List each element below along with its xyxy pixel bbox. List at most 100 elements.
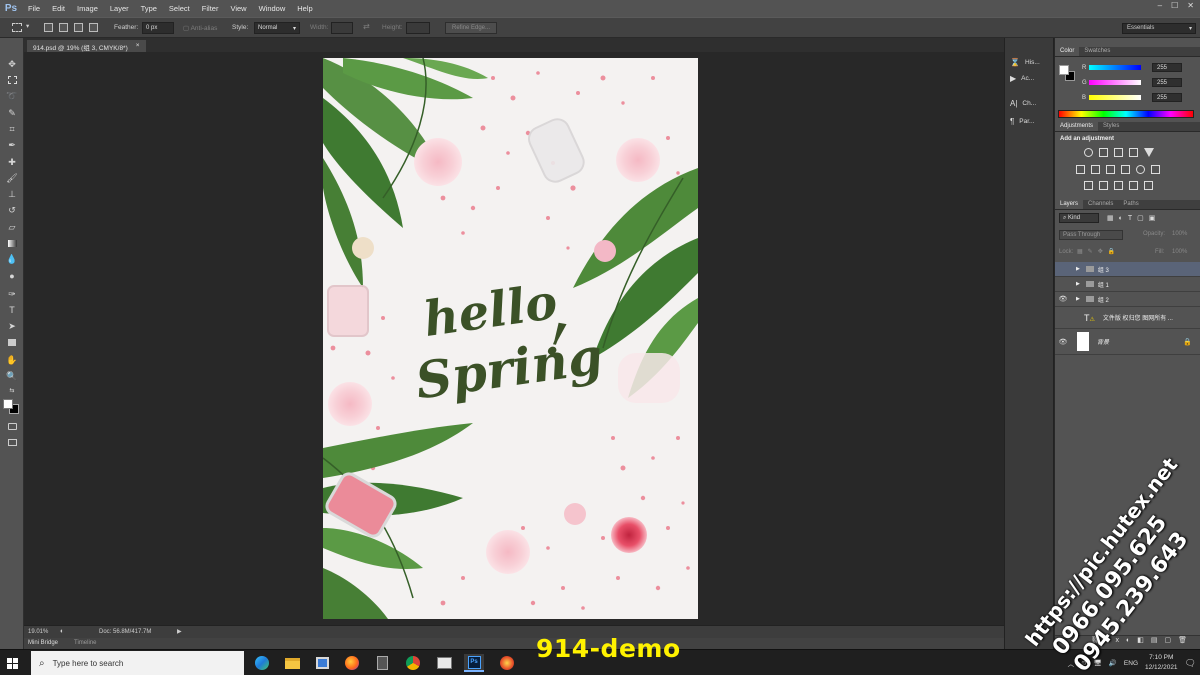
swap-dimensions-icon[interactable]: ⇄ <box>363 22 370 31</box>
zoom-level[interactable]: 19.01% <box>28 629 48 635</box>
swap-colors-icon[interactable]: ⇆ <box>5 386 19 394</box>
document-tab[interactable]: 914.psd @ 19% (组 3, CMYK/8*) × <box>27 40 146 52</box>
file-explorer-icon[interactable] <box>282 654 302 672</box>
red-slider[interactable]: R 255 <box>1082 63 1199 73</box>
photos-icon[interactable] <box>434 654 454 672</box>
paragraph-panel-button[interactable]: ¶ Par... <box>1010 115 1052 128</box>
eraser-tool-icon[interactable]: ▱ <box>5 221 19 233</box>
photo-filter-icon[interactable] <box>1136 165 1145 174</box>
curves-icon[interactable] <box>1114 148 1123 157</box>
preset-chevron-icon[interactable]: ▾ <box>26 22 29 30</box>
color-foreground-swatch[interactable] <box>1059 65 1069 75</box>
healing-brush-tool-icon[interactable]: ✚ <box>5 156 19 168</box>
lasso-tool-icon[interactable]: ➰ <box>5 90 19 102</box>
expand-arrow-icon[interactable]: ▶ <box>1076 296 1080 302</box>
refine-edge-button[interactable]: Refine Edge... <box>445 22 498 34</box>
layer-filter-icons[interactable]: ▦◐T▢▣ <box>1107 214 1160 222</box>
quick-mask-icon[interactable] <box>5 420 19 432</box>
tab-channels[interactable]: Channels <box>1083 200 1118 209</box>
invert-icon[interactable] <box>1084 181 1093 190</box>
actions-panel-button[interactable]: ▶ Ac... <box>1010 72 1052 85</box>
store-icon[interactable] <box>312 654 332 672</box>
black-white-icon[interactable] <box>1121 165 1130 174</box>
app-icon[interactable] <box>497 654 517 672</box>
document-canvas[interactable]: hello Spring ! <box>323 58 698 619</box>
move-tool-icon[interactable]: ✥ <box>5 58 19 70</box>
blend-mode-select[interactable]: Pass Through <box>1059 230 1123 240</box>
menu-window[interactable]: Window <box>253 4 292 13</box>
expand-arrow-icon[interactable]: ▶ <box>1076 281 1080 287</box>
tab-timeline[interactable]: Timeline <box>74 640 96 646</box>
quick-selection-tool-icon[interactable]: ✎ <box>5 107 19 119</box>
green-value[interactable]: 255 <box>1152 78 1182 87</box>
calculator-icon[interactable] <box>372 654 392 672</box>
history-panel-button[interactable]: ⌛ His... <box>1010 56 1052 69</box>
hue-saturation-icon[interactable] <box>1091 165 1100 174</box>
notification-icon[interactable]: 🗨 <box>1185 658 1196 669</box>
subtract-selection-icon[interactable] <box>74 23 83 32</box>
layer-row-background[interactable]: 👁 背景 🔒 <box>1055 329 1200 355</box>
clone-stamp-tool-icon[interactable]: ⊥ <box>5 188 19 200</box>
tab-color[interactable]: Color <box>1055 47 1080 56</box>
close-tab-icon[interactable]: × <box>136 42 140 50</box>
brightness-icon[interactable] <box>1084 148 1093 157</box>
red-value[interactable]: 255 <box>1152 63 1182 72</box>
windows-start-icon[interactable] <box>7 658 18 669</box>
menu-image[interactable]: Image <box>71 4 104 13</box>
chrome-icon[interactable] <box>403 654 423 672</box>
eyedropper-tool-icon[interactable]: ✒ <box>5 139 19 151</box>
add-selection-icon[interactable] <box>59 23 68 32</box>
threshold-icon[interactable] <box>1114 181 1123 190</box>
menu-select[interactable]: Select <box>163 4 196 13</box>
minimize-button[interactable]: – <box>1158 1 1162 10</box>
type-tool-icon[interactable]: T <box>5 304 19 316</box>
maximize-button[interactable]: ☐ <box>1171 1 1178 10</box>
green-slider[interactable]: G 255 <box>1082 78 1199 88</box>
close-button[interactable]: ✕ <box>1187 1 1194 10</box>
menu-filter[interactable]: Filter <box>196 4 225 13</box>
tab-paths[interactable]: Paths <box>1118 200 1143 209</box>
expand-arrow-icon[interactable]: ▶ <box>1076 266 1080 272</box>
channel-mixer-icon[interactable] <box>1151 165 1160 174</box>
tab-adjustments[interactable]: Adjustments <box>1055 122 1099 131</box>
firefox-icon[interactable] <box>342 654 362 672</box>
brush-tool-icon[interactable]: 🖌 <box>5 172 19 184</box>
path-selection-tool-icon[interactable]: ➤ <box>5 320 19 332</box>
new-selection-icon[interactable] <box>44 23 53 32</box>
color-spectrum-bar[interactable] <box>1058 110 1194 118</box>
width-input[interactable] <box>331 22 353 34</box>
hand-tool-icon[interactable]: ✋ <box>5 354 19 366</box>
blur-tool-icon[interactable]: 💧 <box>5 253 19 265</box>
menu-view[interactable]: View <box>224 4 252 13</box>
taskbar-clock[interactable]: 7:10 PM 12/12/2021 <box>1145 653 1178 673</box>
intersect-selection-icon[interactable] <box>89 23 98 32</box>
menu-type[interactable]: Type <box>135 4 163 13</box>
dodge-tool-icon[interactable]: ● <box>5 270 19 282</box>
lock-icons[interactable]: ▦✎✥🔒 <box>1077 248 1120 255</box>
layer-row-group-2[interactable]: 👁 ▶ 组 2 <box>1055 292 1200 307</box>
zoom-tool-icon[interactable]: 🔍 <box>5 370 19 382</box>
character-panel-button[interactable]: A| Ch... <box>1010 97 1052 110</box>
marquee-tool-icon[interactable] <box>5 74 19 86</box>
feather-input[interactable]: 0 px <box>142 22 174 34</box>
vibrance-icon[interactable] <box>1076 165 1085 174</box>
edge-icon[interactable] <box>252 654 272 672</box>
photoshop-taskbar-icon[interactable]: Ps <box>464 654 484 672</box>
crop-tool-icon[interactable]: ⌗ <box>5 123 19 135</box>
menu-help[interactable]: Help <box>291 4 318 13</box>
levels-icon[interactable] <box>1099 148 1108 157</box>
fill-value[interactable]: 100% <box>1172 249 1187 255</box>
blue-value[interactable]: 255 <box>1152 93 1182 102</box>
history-brush-tool-icon[interactable]: ↺ <box>5 204 19 216</box>
rectangle-tool-icon[interactable] <box>5 336 19 348</box>
gradient-map-triangle-icon[interactable] <box>1144 148 1154 157</box>
foreground-color-swatch[interactable] <box>3 399 13 409</box>
menu-layer[interactable]: Layer <box>104 4 135 13</box>
green-slider-track[interactable] <box>1089 80 1141 85</box>
tab-layers[interactable]: Layers <box>1055 200 1084 209</box>
workspace-select[interactable]: Essentials ▾ <box>1122 23 1196 34</box>
layer-row-text[interactable]: T⚠ 文件版 权归您 图网所有 ... <box>1055 307 1200 329</box>
rect-marquee-preset-icon[interactable] <box>12 23 22 32</box>
layer-filter-kind-select[interactable]: ⌕ Kind <box>1059 213 1099 223</box>
exposure-icon[interactable] <box>1129 148 1138 157</box>
